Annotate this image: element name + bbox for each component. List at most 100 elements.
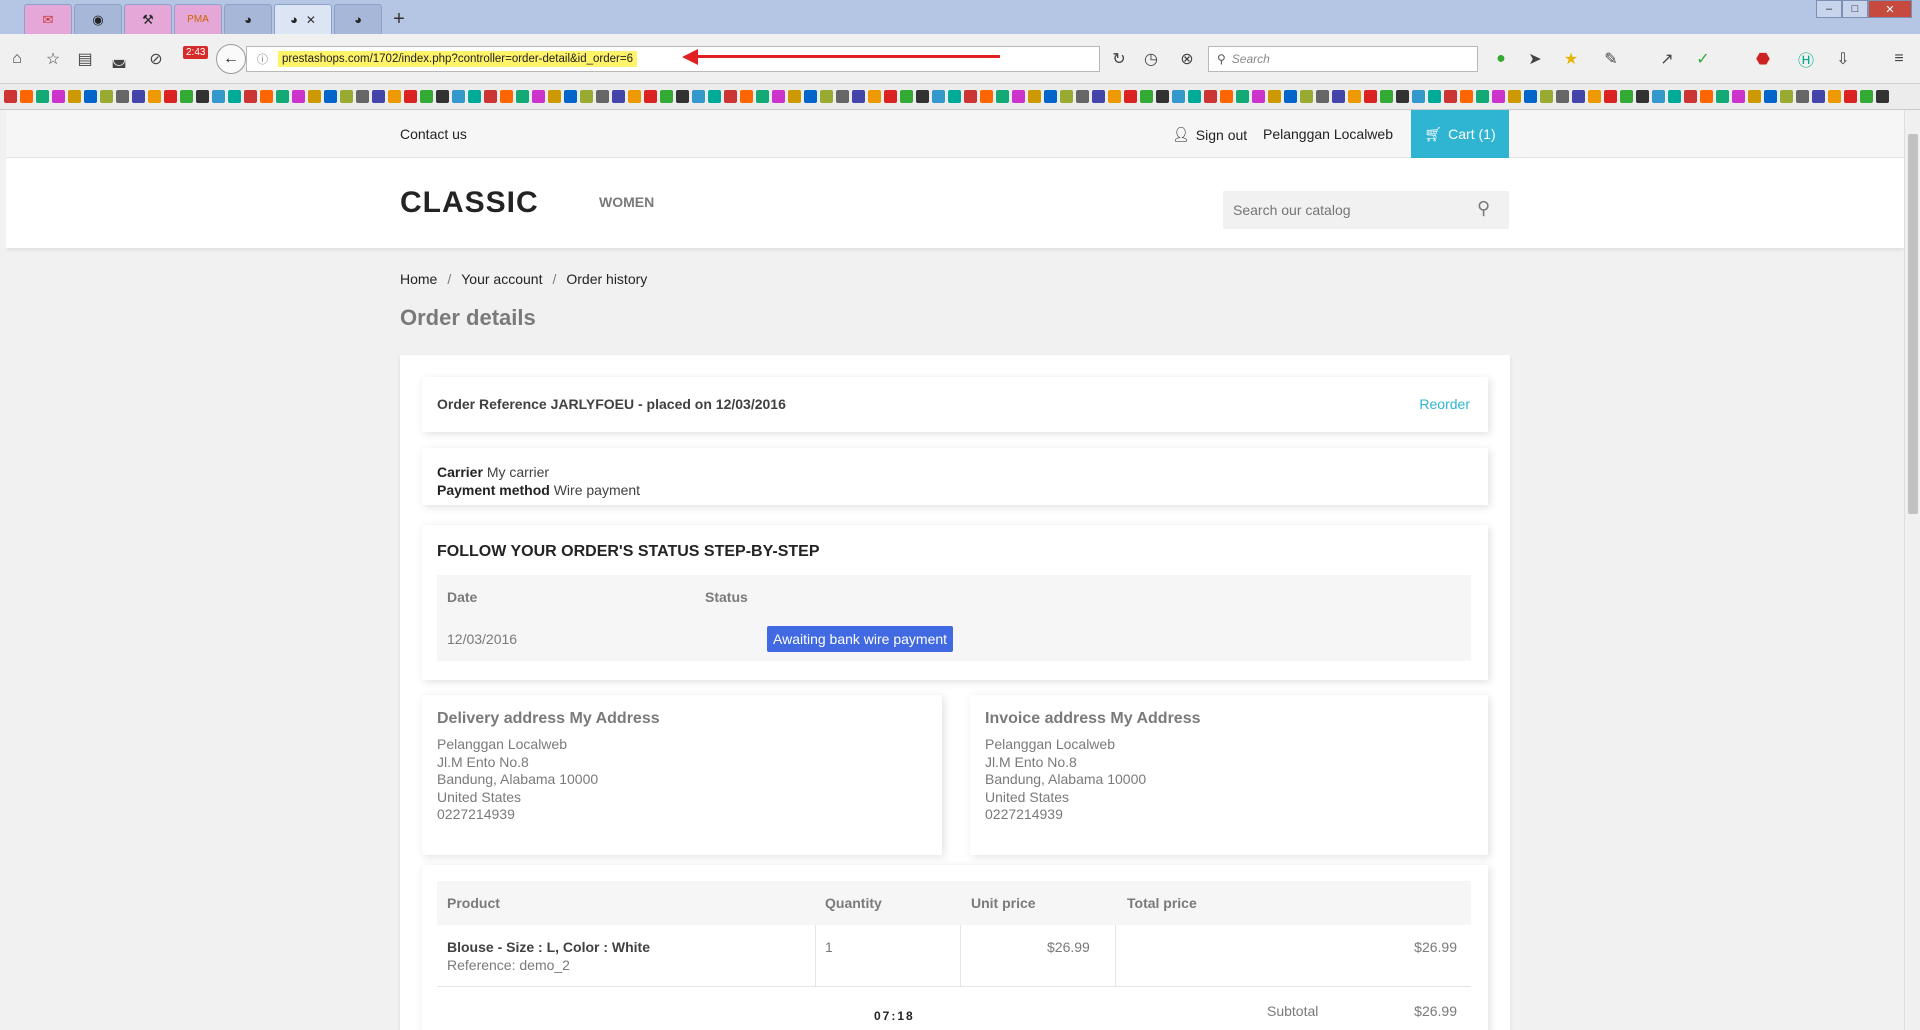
tab-3[interactable]: ⚒	[124, 4, 172, 34]
browser-search-input[interactable]: ⚲ Search	[1208, 46, 1478, 72]
vertical-scrollbar[interactable]	[1904, 110, 1920, 1030]
bookmark-favicon-icon[interactable]	[900, 90, 913, 103]
bookmark-favicon-icon[interactable]	[580, 90, 593, 103]
bookmark-favicon-icon[interactable]	[1636, 90, 1649, 103]
bookmark-favicon-icon[interactable]	[324, 90, 337, 103]
bookmark-favicon-icon[interactable]	[1428, 90, 1441, 103]
bookmark-favicon-icon[interactable]	[1140, 90, 1153, 103]
menu-icon[interactable]: ≡	[1888, 48, 1910, 70]
bookmark-favicon-icon[interactable]	[548, 90, 561, 103]
bookmark-favicon-icon[interactable]	[1108, 90, 1121, 103]
bookmark-favicon-icon[interactable]	[1300, 90, 1313, 103]
bookmark-favicon-icon[interactable]	[1268, 90, 1281, 103]
bookmark-favicon-icon[interactable]	[1812, 90, 1825, 103]
bookmark-favicon-icon[interactable]	[532, 90, 545, 103]
breadcrumb-order-history[interactable]: Order history	[566, 271, 647, 287]
bookmark-favicon-icon[interactable]	[1748, 90, 1761, 103]
account-link[interactable]: Pelanggan Localweb	[1263, 126, 1393, 142]
bookmark-favicon-icon[interactable]	[628, 90, 641, 103]
bookmark-favicon-icon[interactable]	[340, 90, 353, 103]
bookmark-favicon-icon[interactable]	[100, 90, 113, 103]
bookmark-favicon-icon[interactable]	[564, 90, 577, 103]
bookmark-favicon-icon[interactable]	[68, 90, 81, 103]
bookmark-favicon-icon[interactable]	[1716, 90, 1729, 103]
bookmark-favicon-icon[interactable]	[1092, 90, 1105, 103]
bookmark-favicon-icon[interactable]	[1604, 90, 1617, 103]
bookmark-favicon-icon[interactable]	[196, 90, 209, 103]
bookmark-favicon-icon[interactable]	[1476, 90, 1489, 103]
minimize-button[interactable]: –	[1816, 0, 1842, 18]
scrollbar-thumb[interactable]	[1908, 134, 1918, 514]
bookmark-favicon-icon[interactable]	[1348, 90, 1361, 103]
reorder-link[interactable]: Reorder	[1419, 396, 1470, 412]
menu-women[interactable]: WOMEN	[599, 194, 654, 210]
bookmark-favicon-icon[interactable]	[1220, 90, 1233, 103]
bookmark-favicon-icon[interactable]	[1668, 90, 1681, 103]
bookmark-favicon-icon[interactable]	[660, 90, 673, 103]
bookmark-favicon-icon[interactable]	[1124, 90, 1137, 103]
bookmark-favicon-icon[interactable]	[1332, 90, 1345, 103]
bookmark-favicon-icon[interactable]	[292, 90, 305, 103]
bookmark-favicon-icon[interactable]	[452, 90, 465, 103]
bookmark-favicon-icon[interactable]	[1700, 90, 1713, 103]
bookmark-favicon-icon[interactable]	[596, 90, 609, 103]
bookmark-favicon-icon[interactable]	[212, 90, 225, 103]
bookmark-favicon-icon[interactable]	[1060, 90, 1073, 103]
pin-icon[interactable]: ↗	[1656, 48, 1678, 70]
bookmark-favicon-icon[interactable]	[1172, 90, 1185, 103]
bookmark-favicon-icon[interactable]	[1764, 90, 1777, 103]
bookmark-favicon-icon[interactable]	[1844, 90, 1857, 103]
downloads-icon[interactable]: ⇩	[1832, 48, 1854, 70]
tools-icon[interactable]: ✎	[1600, 48, 1622, 70]
addon-icon[interactable]: ⊗	[1176, 48, 1198, 70]
bookmark-favicon-icon[interactable]	[516, 90, 529, 103]
send-icon[interactable]: ➤	[1524, 48, 1546, 70]
bookmark-favicon-icon[interactable]	[996, 90, 1009, 103]
cart-button[interactable]: 🛒︎ Cart (1)	[1411, 110, 1509, 158]
bookmark-favicon-icon[interactable]	[84, 90, 97, 103]
bookmark-favicon-icon[interactable]	[1732, 90, 1745, 103]
bookmark-favicon-icon[interactable]	[948, 90, 961, 103]
tab-5[interactable]: ◕	[224, 4, 272, 34]
bookmark-favicon-icon[interactable]	[1572, 90, 1585, 103]
reload-icon[interactable]: ↻	[1108, 48, 1130, 70]
new-tab-button[interactable]: +	[384, 4, 414, 34]
bookmark-favicon-icon[interactable]	[1508, 90, 1521, 103]
bookmark-favicon-icon[interactable]	[772, 90, 785, 103]
timer-badge[interactable]: 2:43	[183, 46, 209, 59]
bookmark-favicon-icon[interactable]	[132, 90, 145, 103]
close-tab-icon[interactable]: ✕	[306, 13, 316, 27]
bookmark-favicon-icon[interactable]	[820, 90, 833, 103]
bookmark-favicon-icon[interactable]	[1044, 90, 1057, 103]
bookmark-favicon-icon[interactable]	[1796, 90, 1809, 103]
bookmark-favicon-icon[interactable]	[1492, 90, 1505, 103]
bookmark-favicon-icon[interactable]	[372, 90, 385, 103]
bookmark-favicon-icon[interactable]	[1460, 90, 1473, 103]
bookmark-favicon-icon[interactable]	[644, 90, 657, 103]
breadcrumb-your-account[interactable]: Your account	[461, 271, 542, 287]
bookmark-favicon-icon[interactable]	[916, 90, 929, 103]
sync-icon[interactable]: ⊘	[145, 48, 167, 70]
bookmark-favicon-icon[interactable]	[1076, 90, 1089, 103]
bookmark-favicon-icon[interactable]	[1252, 90, 1265, 103]
bookmark-favicon-icon[interactable]	[868, 90, 881, 103]
tab-7[interactable]: ◕	[334, 4, 382, 34]
catalog-search-input[interactable]	[1223, 191, 1509, 229]
bookmark-favicon-icon[interactable]	[788, 90, 801, 103]
bookmark-favicon-icon[interactable]	[1444, 90, 1457, 103]
bookmark-favicon-icon[interactable]	[1284, 90, 1297, 103]
bookmark-favicon-icon[interactable]	[148, 90, 161, 103]
bookmark-favicon-icon[interactable]	[1204, 90, 1217, 103]
tab-2[interactable]: ◉	[74, 4, 122, 34]
bookmark-favicon-icon[interactable]	[804, 90, 817, 103]
bookmark-favicon-icon[interactable]	[36, 90, 49, 103]
adblock-icon[interactable]: ⬣	[1752, 48, 1774, 70]
sign-out-link[interactable]: 👤︎ Sign out	[1172, 126, 1247, 143]
site-logo[interactable]: CLASSIC	[400, 186, 539, 220]
bookmark-favicon-icon[interactable]	[932, 90, 945, 103]
bookmark-favicon-icon[interactable]	[836, 90, 849, 103]
search-icon[interactable]: ⚲	[1477, 198, 1490, 219]
bookmark-favicon-icon[interactable]	[20, 90, 33, 103]
bookmark-star-icon[interactable]: ☆	[42, 48, 64, 70]
bookmark-favicon-icon[interactable]	[1028, 90, 1041, 103]
